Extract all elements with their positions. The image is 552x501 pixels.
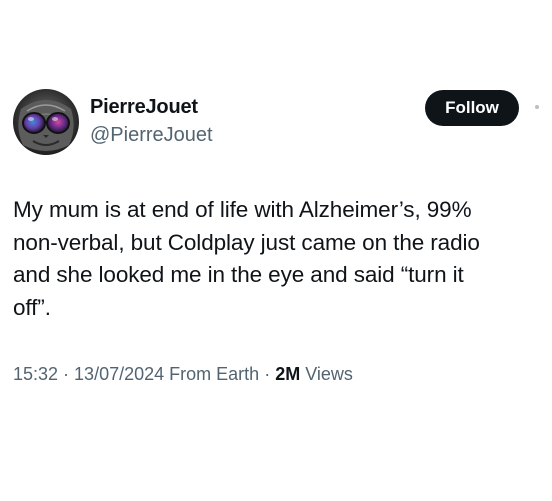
cat-avatar-icon (13, 89, 79, 155)
more-options-icon[interactable] (535, 105, 539, 109)
avatar[interactable] (13, 89, 79, 155)
tweet-text-line: My mum is at end of life with Alzheimer’… (13, 197, 472, 222)
views-count[interactable]: 2M (275, 364, 300, 384)
tweet-source: From Earth (169, 364, 260, 384)
author-display-name[interactable]: PierreJouet (90, 96, 198, 119)
tweet-text-line: off”. (13, 294, 51, 320)
meta-separator: · (58, 364, 75, 384)
tweet-metadata: 15:32 · 13/07/2024 From Earth · 2M Views (13, 364, 353, 385)
views-label: Views (305, 364, 353, 384)
tweet-date[interactable]: 13/07/2024 (74, 364, 164, 384)
follow-button[interactable]: Follow (425, 90, 519, 126)
tweet-text: My mum is at end of life with Alzheimer’… (13, 194, 543, 324)
meta-separator: · (259, 364, 276, 384)
tweet-text-line: non-verbal, but Coldplay just came on th… (13, 229, 480, 255)
author-handle[interactable]: @PierreJouet (90, 124, 213, 147)
tweet-card: PierreJouet @PierreJouet Follow My mum i… (0, 0, 552, 501)
tweet-time[interactable]: 15:32 (13, 364, 58, 384)
tweet-text-line: and she looked me in the eye and said “t… (13, 262, 464, 287)
